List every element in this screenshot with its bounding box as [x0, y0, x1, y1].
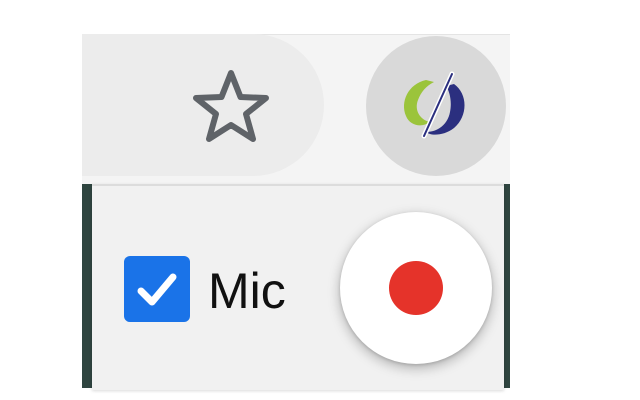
mic-label: Mic: [208, 263, 286, 319]
record-dot-icon: [389, 261, 443, 315]
star-outline-icon: [193, 70, 269, 142]
record-button[interactable]: [340, 212, 492, 364]
extension-button[interactable]: [366, 36, 506, 176]
screenshot-stage: Mic: [0, 0, 640, 400]
mic-checkbox[interactable]: [124, 256, 190, 322]
extension-logo-icon: [404, 71, 465, 139]
bookmark-star-button[interactable]: [188, 66, 274, 146]
checkmark-icon: [137, 273, 177, 306]
